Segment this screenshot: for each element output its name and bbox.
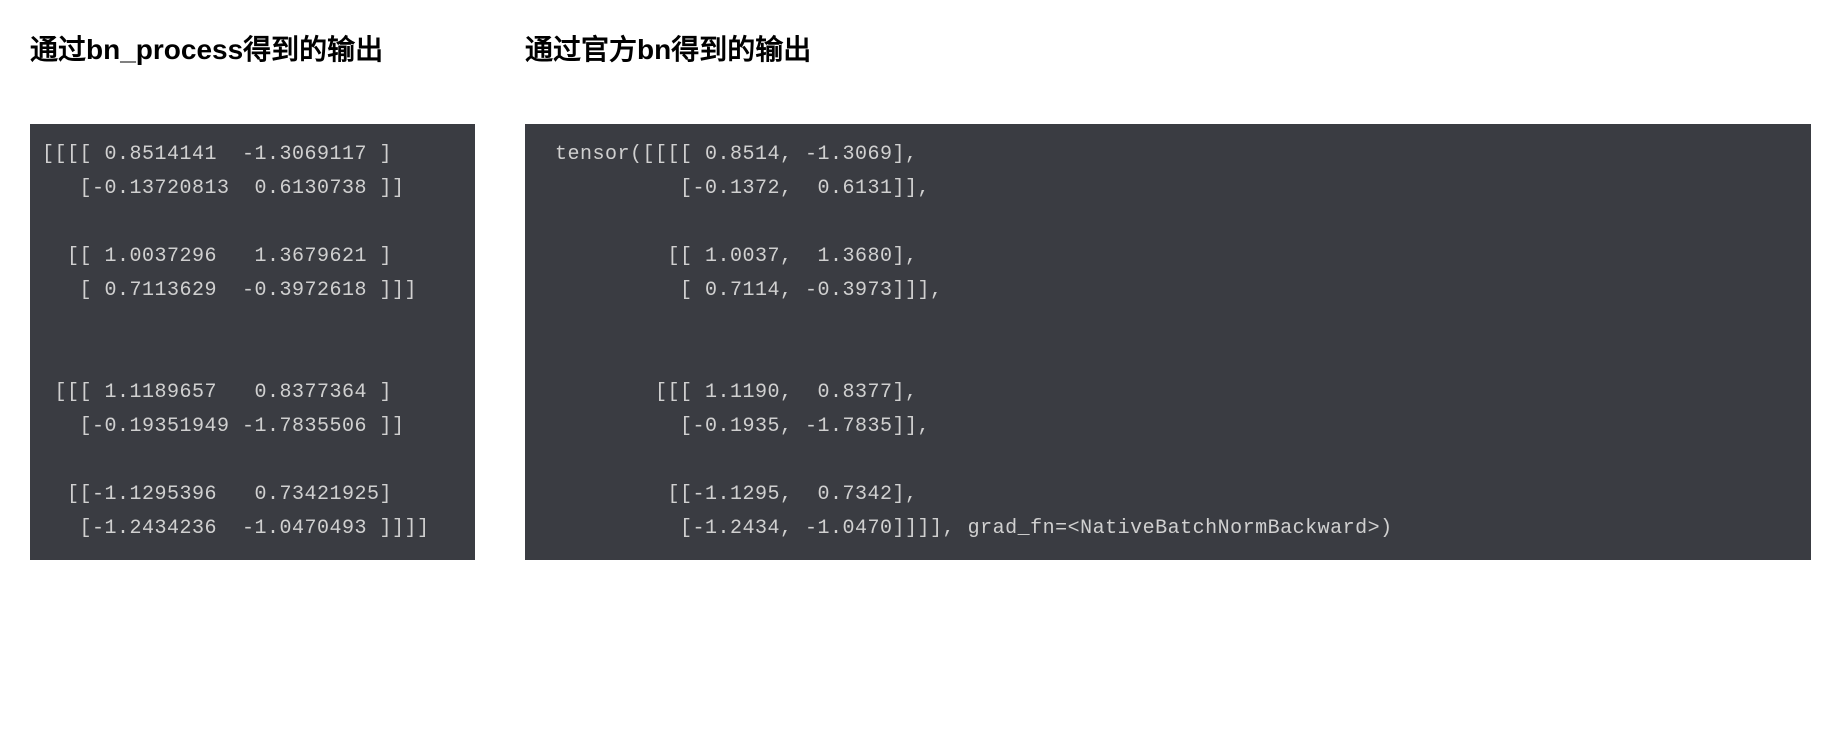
left-heading: 通过bn_process得到的输出 — [30, 30, 475, 69]
left-column: 通过bn_process得到的输出 [[[[ 0.8514141 -1.3069… — [30, 30, 475, 560]
left-code-block: [[[[ 0.8514141 -1.3069117 ] [-0.13720813… — [30, 124, 475, 560]
comparison-container: 通过bn_process得到的输出 [[[[ 0.8514141 -1.3069… — [30, 30, 1811, 560]
right-code-block: tensor([[[[ 0.8514, -1.3069], [-0.1372, … — [525, 124, 1811, 560]
right-heading: 通过官方bn得到的输出 — [525, 30, 1811, 69]
right-column: 通过官方bn得到的输出 tensor([[[[ 0.8514, -1.3069]… — [525, 30, 1811, 560]
